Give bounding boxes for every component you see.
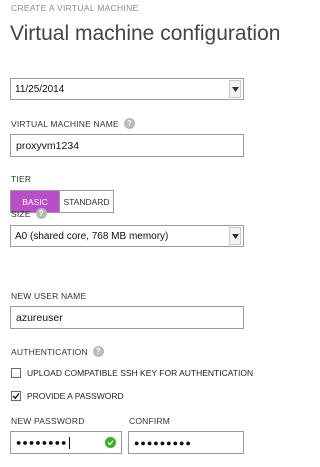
tier-standard-button[interactable]: STANDARD	[59, 191, 113, 212]
chevron-down-icon	[229, 80, 241, 98]
size-value: A0 (shared core, 768 MB memory)	[15, 230, 169, 242]
confirm-password-value: ●●●●●●●●●	[134, 437, 192, 448]
vm-configuration-dialog: CREATE A VIRTUAL MACHINE Virtual machine…	[0, 0, 287, 467]
user-name-label-text: NEW USER NAME	[11, 291, 87, 301]
provide-password-label: PROVIDE A PASSWORD	[27, 391, 124, 401]
help-icon[interactable]: ?	[123, 118, 135, 129]
chevron-down-icon	[229, 227, 241, 245]
page-title: Virtual machine configuration	[10, 22, 281, 45]
new-password-value: ●●●●●●●●	[16, 436, 105, 449]
provide-password-option[interactable]: PROVIDE A PASSWORD	[11, 391, 124, 401]
authentication-label: AUTHENTICATION ?	[11, 346, 104, 357]
new-password-masked: ●●●●●●●●	[16, 436, 68, 447]
confirm-label: CONFIRM	[129, 416, 170, 426]
help-icon[interactable]: ?	[35, 208, 47, 219]
size-select[interactable]: A0 (shared core, 768 MB memory)	[10, 225, 244, 247]
provide-password-checkbox[interactable]	[11, 391, 21, 401]
checkmark-icon	[12, 393, 20, 400]
text-caret	[68, 436, 70, 449]
version-date-value: 11/25/2014	[15, 83, 65, 95]
ssh-key-option[interactable]: UPLOAD COMPATIBLE SSH KEY FOR AUTHENTICA…	[11, 368, 253, 378]
vm-name-label-text: VIRTUAL MACHINE NAME	[11, 118, 119, 129]
vm-name-label: VIRTUAL MACHINE NAME ?	[11, 118, 135, 129]
new-password-input[interactable]: ●●●●●●●●	[10, 431, 122, 454]
user-name-input[interactable]: azureuser	[10, 306, 244, 329]
ssh-key-checkbox[interactable]	[11, 368, 21, 378]
size-label-text: SIZE	[11, 208, 31, 219]
authentication-label-text: AUTHENTICATION	[11, 346, 88, 357]
confirm-label-text: CONFIRM	[129, 416, 171, 426]
user-name-label: NEW USER NAME	[11, 291, 86, 301]
confirm-password-input[interactable]: ●●●●●●●●●	[128, 431, 244, 454]
version-date-select[interactable]: 11/25/2014	[10, 78, 244, 100]
ssh-key-option-label: UPLOAD COMPATIBLE SSH KEY FOR AUTHENTICA…	[27, 368, 254, 378]
user-name-value: azureuser	[16, 311, 63, 324]
size-label: SIZE ?	[11, 208, 47, 219]
wizard-eyebrow: CREATE A VIRTUAL MACHINE	[11, 3, 139, 13]
tier-label: TIER	[11, 174, 31, 184]
new-password-label: NEW PASSWORD	[11, 416, 85, 426]
new-password-label-text: NEW PASSWORD	[11, 416, 85, 426]
help-icon[interactable]: ?	[92, 346, 104, 357]
vm-name-value: proxyvm1234	[16, 139, 80, 152]
tier-label-text: TIER	[11, 174, 32, 184]
vm-name-input[interactable]: proxyvm1234	[10, 134, 244, 157]
checkmark-circle-icon	[105, 437, 116, 448]
